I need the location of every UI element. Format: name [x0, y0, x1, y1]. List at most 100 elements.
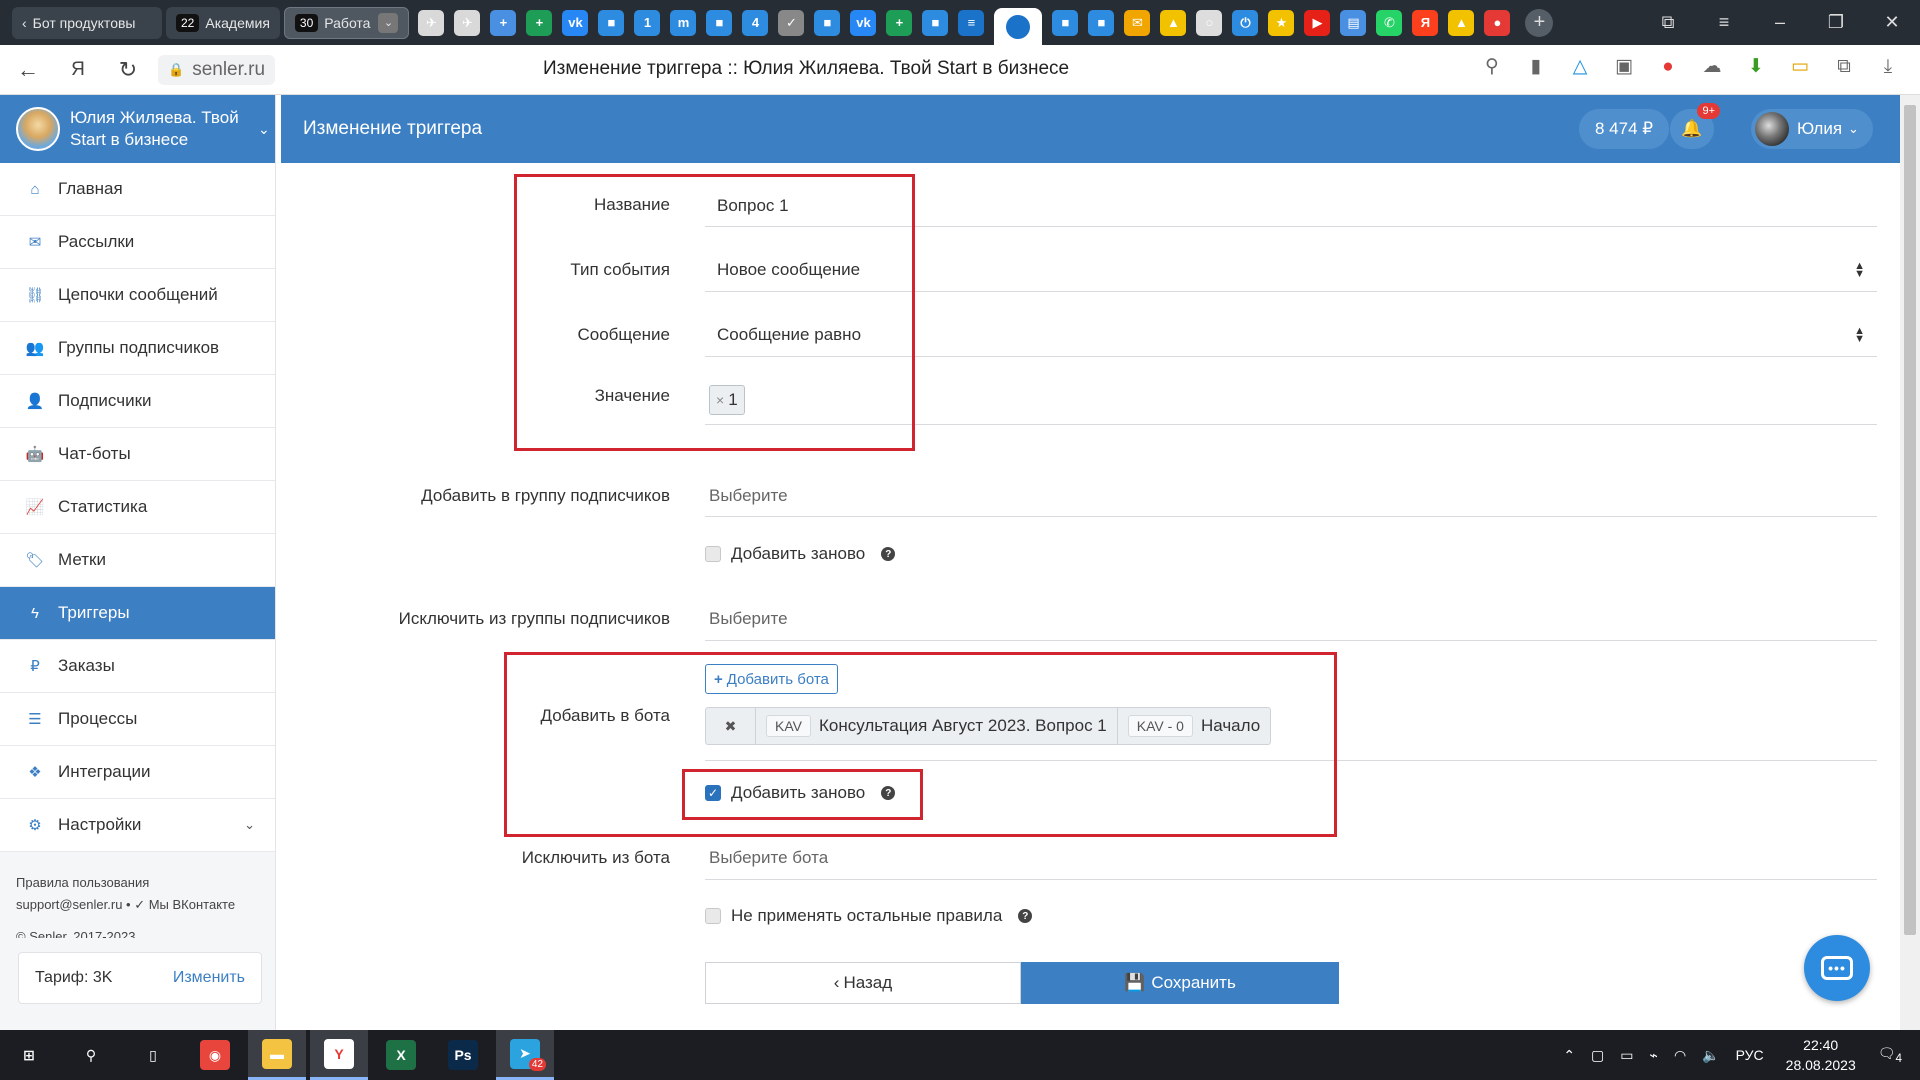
- yandex-icon[interactable]: Я: [1412, 9, 1439, 36]
- telegram-icon[interactable]: ➤ 42: [496, 1030, 554, 1080]
- vk-icon[interactable]: vk: [562, 9, 589, 36]
- community-switcher[interactable]: Юлия Жиляева. Твой Start в бизнесе ⌄: [0, 95, 275, 163]
- youtube-icon[interactable]: ▶: [1304, 9, 1331, 36]
- collections-icon[interactable]: ⧉: [1640, 12, 1696, 33]
- bookmark-icon[interactable]: ▮: [1514, 55, 1558, 78]
- record-icon[interactable]: ●: [1484, 9, 1511, 36]
- sidebar-item-5[interactable]: 🤖 Чат-боты: [0, 428, 275, 481]
- change-tariff-link[interactable]: Изменить: [173, 969, 245, 987]
- add-again-group-checkbox[interactable]: Добавить заново ?: [705, 544, 896, 564]
- wifi-icon[interactable]: ◠: [1674, 1047, 1686, 1064]
- extension-puzzle-icon[interactable]: ⧉: [1822, 56, 1866, 78]
- notifications-button[interactable]: 🔔 9+: [1670, 103, 1720, 149]
- search-icon[interactable]: ⚲: [62, 1030, 120, 1080]
- extension-delta-icon[interactable]: △: [1558, 55, 1602, 78]
- sidebar-item-9[interactable]: ₽ Заказы: [0, 640, 275, 693]
- chat-icon[interactable]: ■: [922, 9, 949, 36]
- circle-icon[interactable]: ○: [1196, 9, 1223, 36]
- balance-badge[interactable]: 8 474 ₽: [1579, 109, 1670, 149]
- device-icon[interactable]: ▢: [1591, 1047, 1604, 1064]
- airplane-icon[interactable]: ✈: [454, 9, 481, 36]
- volume-icon[interactable]: 🔈: [1702, 1047, 1719, 1064]
- image-icon[interactable]: ▲: [1160, 9, 1187, 36]
- sidebar-item-1[interactable]: ✉ Рассылки: [0, 216, 275, 269]
- help-icon[interactable]: ?: [1018, 909, 1033, 923]
- battery-icon[interactable]: ▭: [1778, 55, 1822, 78]
- checkbox-box[interactable]: [705, 908, 721, 924]
- tab-group-work[interactable]: 30 Работа ⌄: [283, 6, 410, 39]
- sidebar-item-12[interactable]: ⚙ Настройки ⌄: [0, 799, 275, 852]
- page-scrollbar[interactable]: [1900, 95, 1920, 1030]
- scrollbar-thumb[interactable]: [1904, 105, 1916, 935]
- extension-record-icon[interactable]: ●: [1646, 56, 1690, 78]
- no-other-rules-checkbox[interactable]: Не применять остальные правила ?: [705, 906, 1033, 926]
- active-tab-senler[interactable]: [994, 7, 1043, 46]
- checklist-icon[interactable]: ✓: [778, 9, 805, 36]
- google-docs-plus-icon[interactable]: +: [490, 9, 517, 36]
- vk-icon[interactable]: vk: [850, 9, 877, 36]
- whatsapp-icon[interactable]: ✆: [1376, 9, 1403, 36]
- number-1-icon[interactable]: 1: [634, 9, 661, 36]
- exclude-group-select[interactable]: Выберите: [705, 597, 1877, 641]
- vk-community-link[interactable]: • ✓ Мы ВКонтакте: [126, 897, 235, 912]
- photoshop-icon[interactable]: Ps: [434, 1030, 492, 1080]
- sidebar-item-11[interactable]: ❖ Интеграции: [0, 746, 275, 799]
- save-button[interactable]: 💾 Сохранить: [1021, 962, 1339, 1004]
- sidebar-item-10[interactable]: ☰ Процессы: [0, 693, 275, 746]
- chat-icon[interactable]: ■: [706, 9, 733, 36]
- sidebar-item-2[interactable]: ⛓ Цепочки сообщений: [0, 269, 275, 322]
- battery-icon[interactable]: ▭: [1620, 1047, 1633, 1064]
- sidebar-item-6[interactable]: 📈 Статистика: [0, 481, 275, 534]
- extension-gallery-icon[interactable]: ▣: [1602, 55, 1646, 78]
- restore-icon[interactable]: ❐: [1808, 12, 1864, 33]
- terms-link[interactable]: Правила пользования: [16, 872, 259, 894]
- google-sheets-plus-icon[interactable]: +: [526, 9, 553, 36]
- sidebar-item-3[interactable]: 👥 Группы подписчиков: [0, 322, 275, 375]
- browser-tab[interactable]: ‹ Бот продуктовы: [12, 6, 162, 39]
- yandex-browser-icon[interactable]: Y: [310, 1030, 368, 1080]
- exclude-bot-select[interactable]: Выберите бота: [705, 836, 1877, 880]
- star-icon[interactable]: ★: [1268, 9, 1295, 36]
- notification-center-icon[interactable]: 🗨4: [1878, 1045, 1902, 1065]
- number-4-icon[interactable]: 4: [742, 9, 769, 36]
- checkbox-box[interactable]: [705, 546, 721, 562]
- add-group-select[interactable]: Выберите: [705, 475, 1877, 517]
- sidebar-item-8[interactable]: ϟ Триггеры: [0, 587, 275, 640]
- chat-icon[interactable]: ■: [598, 9, 625, 36]
- chat-icon[interactable]: ■: [1052, 9, 1079, 36]
- reload-icon[interactable]: ↻: [106, 57, 150, 83]
- chevron-down-icon[interactable]: ⌄: [378, 12, 399, 33]
- close-icon[interactable]: ✕: [1864, 12, 1920, 33]
- chat-support-button[interactable]: •••: [1804, 935, 1870, 1001]
- user-menu[interactable]: Юлия ⌄: [1751, 109, 1873, 149]
- task-view-icon[interactable]: ▯: [124, 1030, 182, 1080]
- power-icon[interactable]: ⏻: [1232, 9, 1259, 36]
- airplane-icon[interactable]: ✈: [418, 9, 445, 36]
- menu-icon[interactable]: ≡: [1696, 12, 1752, 33]
- network-icon[interactable]: ⌁: [1650, 1047, 1658, 1064]
- extension-cloud-icon[interactable]: ☁: [1690, 55, 1734, 78]
- support-email-link[interactable]: support@senler.ru: [16, 897, 122, 912]
- help-icon[interactable]: ?: [881, 547, 896, 561]
- sidebar-item-7[interactable]: 🏷 Метки: [0, 534, 275, 587]
- sidebar-item-4[interactable]: 👤 Подписчики: [0, 375, 275, 428]
- tab-group-academy[interactable]: 22 Академия: [166, 6, 280, 39]
- back-arrow-icon[interactable]: ←: [6, 57, 50, 83]
- image-icon[interactable]: ▲: [1448, 9, 1475, 36]
- senler-icon[interactable]: ≡: [958, 9, 985, 36]
- url-field[interactable]: 🔒 senler.ru: [158, 54, 276, 85]
- chat-icon[interactable]: ■: [814, 9, 841, 36]
- document-icon[interactable]: ▤: [1340, 9, 1367, 36]
- minimize-icon[interactable]: –: [1752, 12, 1808, 33]
- chat-icon[interactable]: ■: [1088, 9, 1115, 36]
- chevron-up-icon[interactable]: ⌃: [1563, 1047, 1575, 1064]
- new-tab-button[interactable]: +: [1525, 8, 1554, 37]
- search-icon[interactable]: ⚲: [1470, 55, 1514, 78]
- mail-icon[interactable]: ✉: [1124, 9, 1151, 36]
- extension-download-arrow-icon[interactable]: ⬇: [1734, 55, 1778, 78]
- sidebar-item-0[interactable]: ⌂ Главная: [0, 163, 275, 216]
- language-indicator[interactable]: РУС: [1736, 1047, 1764, 1063]
- m-icon[interactable]: m: [670, 9, 697, 36]
- yandex-icon[interactable]: Я: [56, 59, 100, 81]
- back-button[interactable]: ‹ Назад: [705, 962, 1021, 1004]
